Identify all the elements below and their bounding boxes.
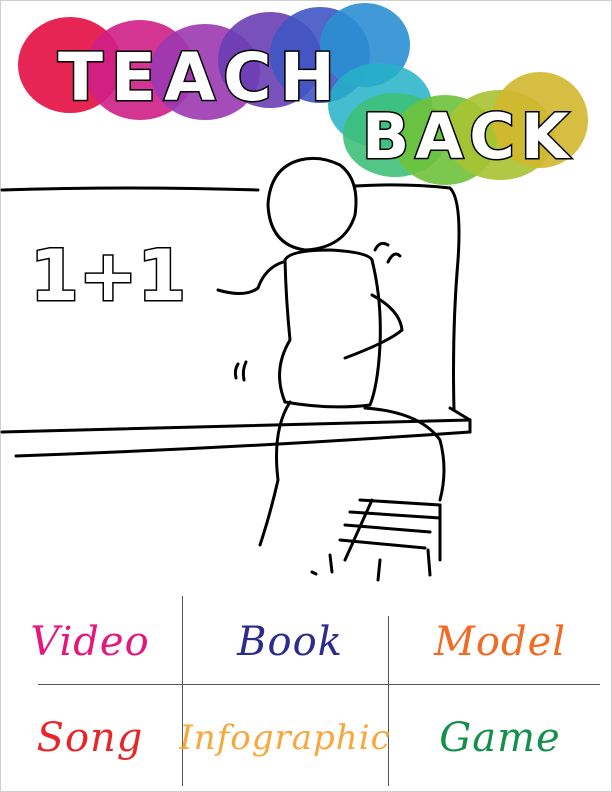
option-book[interactable]: Book [195,596,385,688]
options-grid: Video Book Model Song Infographic Game [30,596,600,786]
stool [310,498,442,582]
teach-back-poster: TEACH BACK 1+1 Video Book Model Song Inf… [0,0,612,792]
option-game-label: Game [439,715,561,761]
option-infographic[interactable]: Infographic [179,692,389,784]
option-video[interactable]: Video [0,596,180,688]
option-song-label: Song [36,715,144,761]
option-model-label: Model [433,619,567,665]
grid-divider-v2 [388,616,389,786]
teacher-figure [216,156,446,547]
title-line-1: TEACH [58,39,343,116]
option-book-label: Book [237,619,343,665]
option-video-label: Video [30,619,150,665]
option-song[interactable]: Song [0,692,180,784]
option-model[interactable]: Model [400,596,600,688]
option-game[interactable]: Game [400,692,600,784]
option-infographic-label: Infographic [179,718,391,758]
easel [353,183,461,412]
title-line-2: BACK [362,100,575,173]
board-equation: 1+1 [30,235,186,317]
